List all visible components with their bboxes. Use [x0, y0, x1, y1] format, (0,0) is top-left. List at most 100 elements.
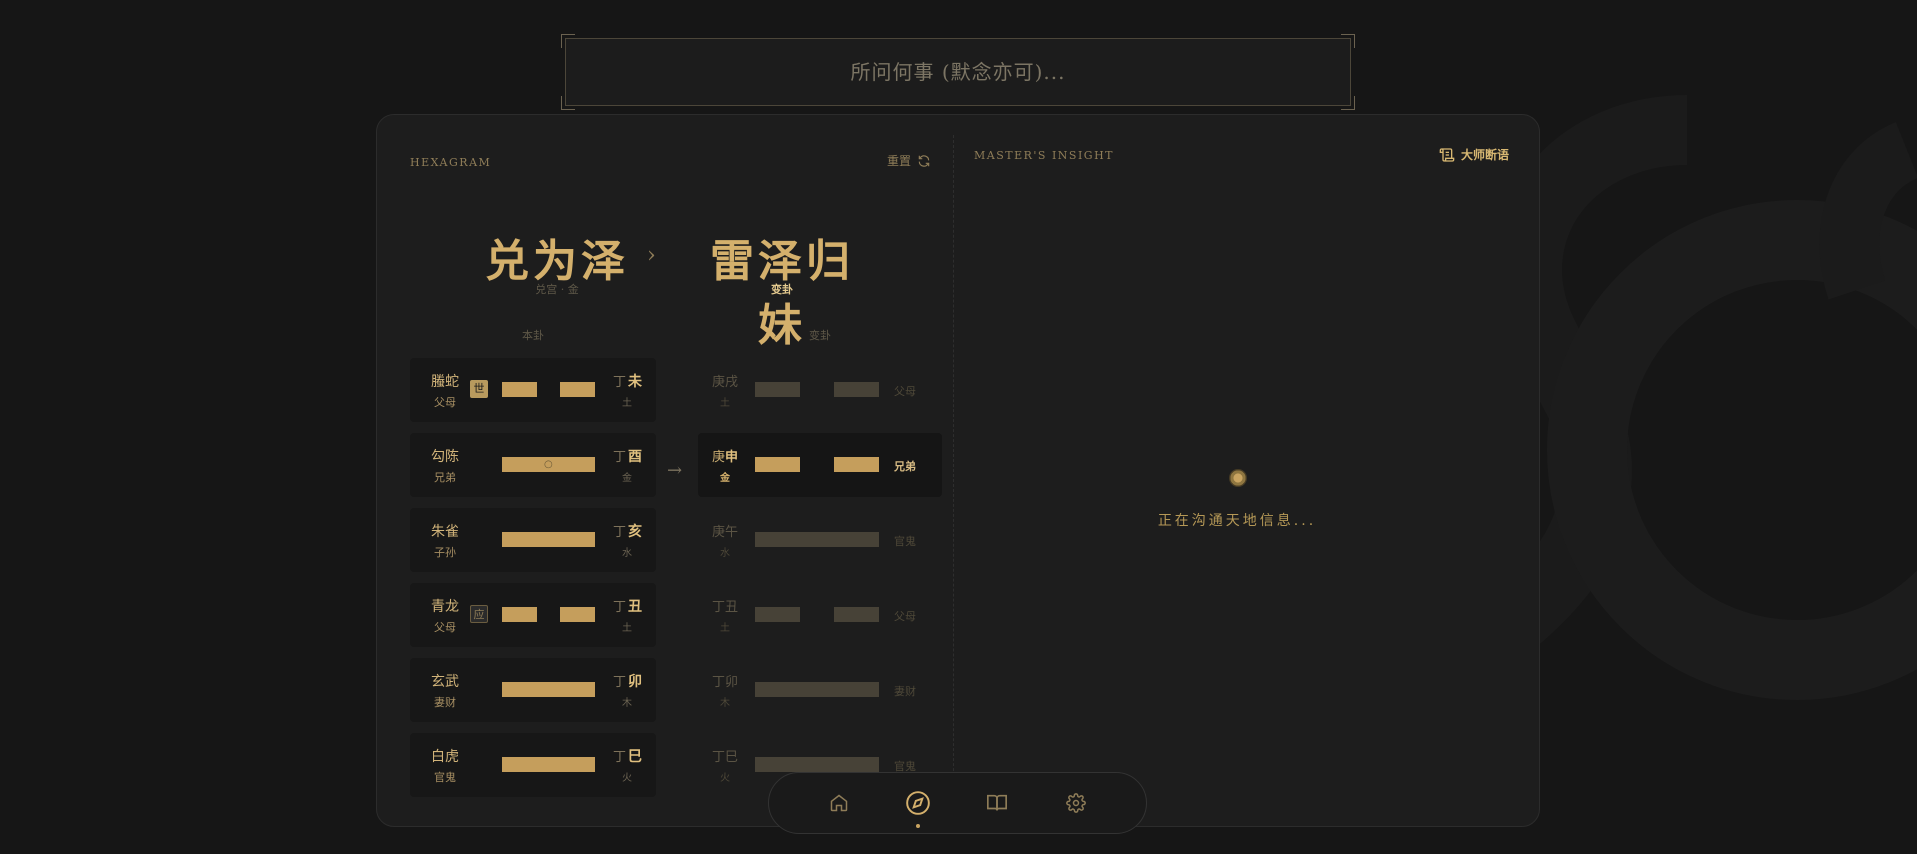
- loading-indicator: [1229, 469, 1247, 487]
- relation: 子孙: [434, 546, 456, 559]
- stem: 丁: [613, 750, 627, 765]
- changed-line-row: 丁丑 土 父母: [698, 583, 942, 647]
- compass-icon: [906, 791, 930, 815]
- yin-line-right: [834, 382, 879, 397]
- changed-line-row-active: 庚申 金 兄弟: [698, 433, 942, 497]
- relation: 兄弟: [434, 471, 456, 484]
- stem: 丁: [613, 450, 627, 465]
- yin-line-left: [755, 457, 800, 472]
- element: 金: [622, 473, 632, 484]
- nav-settings[interactable]: [1059, 786, 1093, 820]
- changed-element: 木: [720, 698, 730, 709]
- stem: 丁: [613, 375, 627, 390]
- changed-element: 土: [720, 398, 730, 409]
- yin-line-right: [560, 607, 595, 622]
- changed-ganzhi: 丁巳: [711, 750, 739, 765]
- yang-line: [755, 757, 879, 772]
- bottom-nav: [768, 772, 1147, 834]
- line-row: 朱雀 子孙 丁 亥 水: [410, 508, 656, 572]
- changed-relation: 妻财: [894, 685, 916, 698]
- changed-element: 火: [720, 773, 730, 784]
- changed-relation: 父母: [894, 385, 916, 398]
- line-row: 螣蛇 父母 世 丁 未 土: [410, 358, 656, 422]
- gear-icon: [1066, 793, 1087, 813]
- changed-line-row: 丁卯 木 妻财: [698, 658, 942, 722]
- changed-element: 水: [720, 548, 730, 559]
- line-row: 青龙 父母 应 丁 丑 土: [410, 583, 656, 647]
- element: 土: [622, 623, 632, 634]
- nav-compass[interactable]: [901, 786, 935, 828]
- changed-relation: 父母: [894, 610, 916, 623]
- master-insight-label: 大师断语: [1460, 148, 1509, 162]
- yang-line: [502, 757, 595, 772]
- hexagram-section: HEXAGRAM 重置 兑为泽 兑宫 · 金 › 雷泽归妹 变卦 本卦 变卦 螣…: [377, 115, 947, 826]
- main-hexagram-name: 兑为泽: [485, 236, 629, 287]
- stem: 丁: [613, 675, 627, 690]
- loading-text: 正在沟通天地信息...: [1157, 513, 1317, 529]
- yang-line: [755, 682, 879, 697]
- nav-book[interactable]: [980, 786, 1014, 820]
- line-row: 白虎 官鬼 丁 巳 火: [410, 733, 656, 797]
- master-insight-button[interactable]: 大师断语: [1439, 146, 1509, 163]
- relation: 父母: [434, 396, 456, 409]
- home-icon: [830, 794, 847, 812]
- changed-ganzhi: 丁丑: [711, 600, 739, 615]
- scroll-icon: [1439, 147, 1455, 162]
- changed-ganzhi: 庚戌: [711, 375, 739, 390]
- changed-element: 金: [720, 473, 730, 484]
- yang-line: [502, 682, 595, 697]
- question-input[interactable]: [565, 38, 1351, 106]
- yin-line-left: [502, 382, 537, 397]
- six-god: 青龙: [431, 599, 459, 615]
- six-god: 玄武: [431, 674, 459, 690]
- changed-ganzhi: 丁卯: [711, 675, 739, 690]
- yin-line-right: [834, 607, 879, 622]
- changed-ganzhi: 庚午: [711, 525, 739, 540]
- relation: 父母: [434, 621, 456, 634]
- branch: 卯: [628, 674, 642, 690]
- yin-line-right: [834, 457, 879, 472]
- yin-line-left: [755, 382, 800, 397]
- shi-badge: 世: [470, 380, 488, 398]
- book-icon: [987, 794, 1008, 811]
- six-god: 朱雀: [431, 524, 459, 540]
- changed-column-heading: 变卦: [809, 329, 831, 342]
- column-divider: [953, 135, 954, 806]
- main-panel: HEXAGRAM 重置 兑为泽 兑宫 · 金 › 雷泽归妹 变卦 本卦 变卦 螣…: [376, 114, 1540, 827]
- branch: 巳: [628, 749, 642, 765]
- element: 土: [622, 398, 632, 409]
- arrow-right-icon: →: [667, 460, 683, 481]
- relation: 官鬼: [434, 771, 456, 784]
- changed-relation: 官鬼: [894, 535, 916, 548]
- yin-line-left: [755, 607, 800, 622]
- hexagram-label: HEXAGRAM: [410, 156, 492, 169]
- relation: 妻财: [434, 696, 456, 709]
- main-hexagram-palace: 兑宫 · 金: [535, 283, 579, 296]
- stem: 丁: [613, 525, 627, 540]
- refresh-icon: [918, 154, 930, 167]
- reset-label: 重置: [887, 154, 912, 168]
- moving-line-marker: ○: [544, 459, 553, 470]
- insight-label: MASTER'S INSIGHT: [974, 149, 1115, 162]
- element: 火: [622, 773, 632, 784]
- changed-ganzhi: 庚申: [711, 450, 739, 465]
- yin-line-right: [560, 382, 595, 397]
- changed-line-row: 庚午 水 官鬼: [698, 508, 942, 572]
- reset-button[interactable]: 重置: [887, 152, 931, 169]
- yin-line-left: [502, 607, 537, 622]
- main-column-heading: 本卦: [522, 329, 544, 342]
- nav-home[interactable]: [822, 786, 856, 820]
- changed-element: 土: [720, 623, 730, 634]
- ying-badge: 应: [470, 605, 488, 623]
- stem: 丁: [613, 600, 627, 615]
- question-box: [561, 34, 1355, 110]
- chevron-right-icon: ›: [647, 243, 656, 268]
- yang-line: [755, 532, 879, 547]
- six-god: 勾陈: [431, 449, 459, 465]
- branch: 酉: [628, 449, 642, 465]
- element: 水: [622, 548, 632, 559]
- six-god: 白虎: [431, 749, 459, 765]
- branch: 亥: [628, 524, 642, 540]
- changed-line-row: 庚戌 土 父母: [698, 358, 942, 422]
- line-row: 勾陈 兄弟 ○ 丁 酉 金: [410, 433, 656, 497]
